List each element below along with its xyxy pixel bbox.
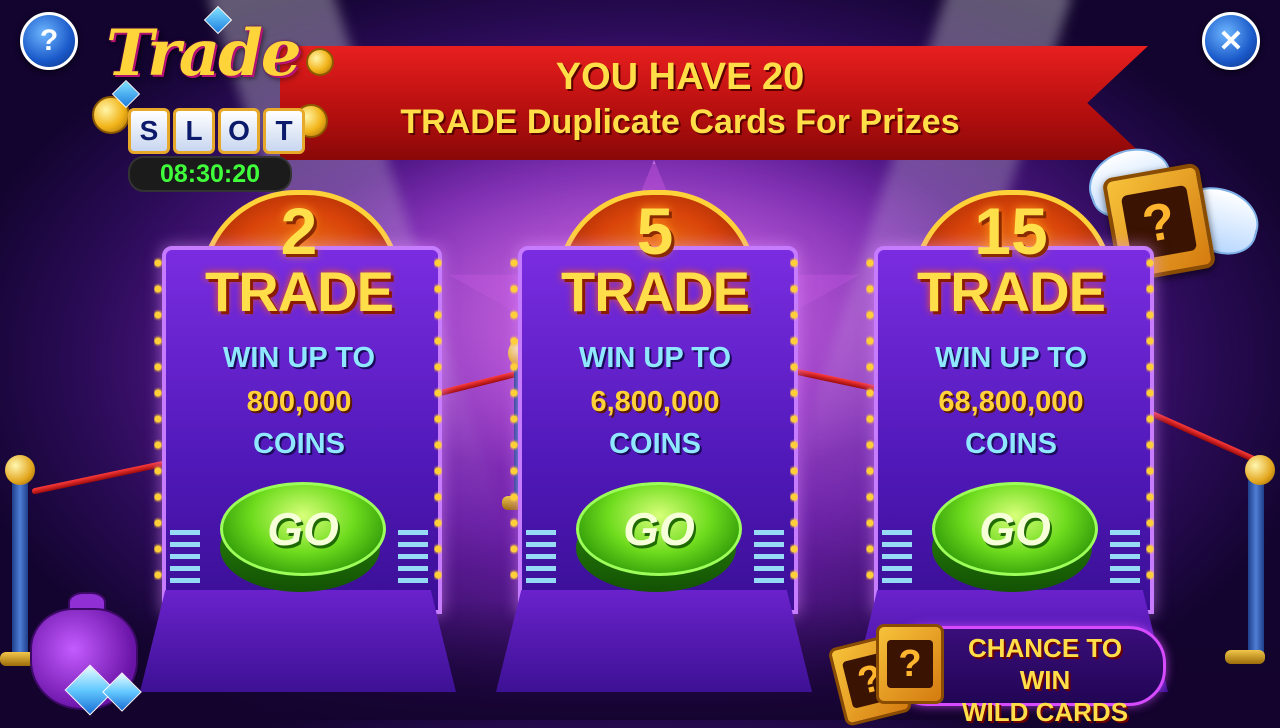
close-button[interactable]: ✕: [1202, 12, 1260, 70]
question-mark-icon: ?: [887, 640, 933, 688]
logo-title: Trade: [106, 16, 302, 91]
side-lights: [170, 530, 200, 590]
coin-icon: [306, 48, 334, 76]
coins-label: COINS: [609, 428, 701, 460]
machine-base: [140, 590, 456, 692]
trade-machine-15: 15 TRADE WIN UP TO 68,800,000 COINS GO: [852, 190, 1170, 695]
coins-label: COINS: [965, 428, 1057, 460]
question-mark-icon: ?: [39, 24, 59, 57]
trade-label: TRADE: [205, 260, 394, 323]
countdown-timer: 08:30:20: [128, 156, 292, 192]
wild-cards-line1: CHANCE TO WIN: [967, 633, 1123, 695]
wild-cards-text: CHANCE TO WIN WILD CARDS: [940, 632, 1150, 728]
close-icon: ✕: [1218, 24, 1244, 58]
slot-letter: L: [173, 108, 215, 154]
side-lights: [398, 530, 428, 590]
side-lights: [754, 530, 784, 590]
go-button[interactable]: GO: [932, 482, 1098, 592]
trade-count: 2: [280, 194, 318, 268]
stanchion-post: [1248, 478, 1264, 658]
stanchion-post: [12, 478, 28, 658]
side-lights: [526, 530, 556, 590]
go-button-label: GO: [932, 482, 1098, 576]
slot-letter: S: [128, 108, 170, 154]
go-button[interactable]: GO: [220, 482, 386, 592]
slot-letter: O: [218, 108, 260, 154]
win-up-to-label: WIN UP TO: [223, 342, 375, 374]
slot-letters: S L O T: [128, 108, 305, 154]
trade-count: 15: [974, 194, 1048, 268]
trade-machine-2: 2 TRADE WIN UP TO 800,000 COINS GO: [140, 190, 458, 695]
banner-subtitle: TRADE Duplicate Cards For Prizes: [400, 103, 960, 141]
trade-machine-5: 5 TRADE WIN UP TO 6,800,000 COINS GO: [496, 190, 814, 695]
stanchion-knob: [1245, 455, 1275, 485]
win-up-to-label: WIN UP TO: [579, 342, 731, 374]
go-button-label: GO: [576, 482, 742, 576]
side-lights: [882, 530, 912, 590]
stanchion-base: [1225, 650, 1265, 664]
win-up-to-label: WIN UP TO: [935, 342, 1087, 374]
trade-count: 5: [636, 194, 674, 268]
side-lights: [1110, 530, 1140, 590]
coins-label: COINS: [253, 428, 345, 460]
trade-label: TRADE: [561, 260, 750, 323]
slot-letter: T: [263, 108, 305, 154]
prize-amount: 6,800,000: [590, 386, 720, 418]
go-button-label: GO: [220, 482, 386, 576]
machine-base: [496, 590, 812, 692]
trades-available-text: YOU HAVE 20: [555, 56, 805, 98]
trade-label: TRADE: [917, 260, 1106, 323]
banner-text: YOU HAVE 20 TRADE Duplicate Cards For Pr…: [280, 54, 1080, 144]
wild-card-icon: ?: [876, 624, 944, 704]
help-button[interactable]: ?: [20, 12, 78, 70]
go-button[interactable]: GO: [576, 482, 742, 592]
prize-amount: 68,800,000: [938, 386, 1084, 418]
trade-slot-logo: Trade S L O T 08:30:20: [88, 5, 338, 192]
wild-cards-line2: WILD CARDS: [961, 697, 1129, 727]
prize-amount: 800,000: [246, 386, 352, 418]
stanchion-knob: [5, 455, 35, 485]
